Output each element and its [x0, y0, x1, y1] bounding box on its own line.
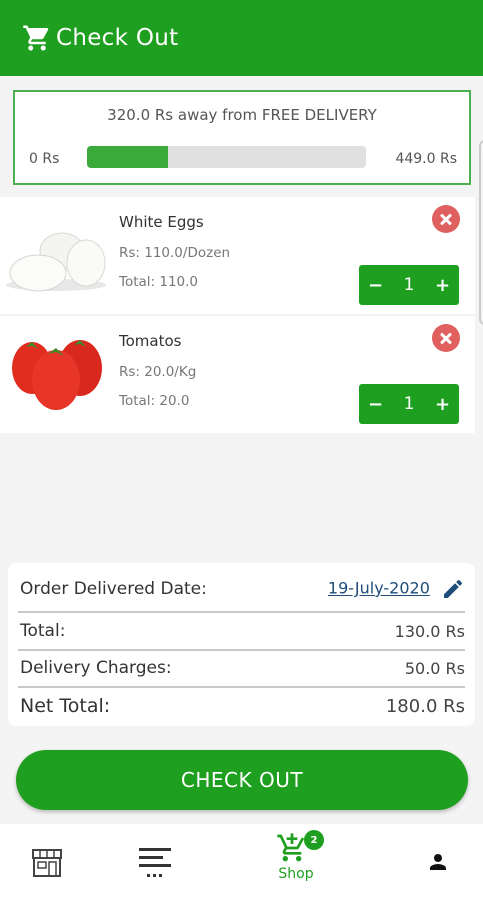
divider	[18, 611, 465, 613]
item-total: Total: 20.0	[119, 393, 190, 409]
bottom-navigation: 2 Shop	[0, 824, 483, 900]
item-unit-price: Rs: 110.0/Dozen	[119, 245, 231, 261]
decrease-quantity-button[interactable]: −	[359, 394, 392, 415]
divider	[18, 686, 465, 688]
quantity-stepper: − 1 +	[359, 384, 459, 424]
progress-fill	[87, 146, 168, 168]
net-total-value: 180.0 Rs	[385, 695, 465, 717]
menu-icon	[139, 848, 171, 877]
quantity-value: 1	[403, 394, 415, 414]
delivery-charges-value: 50.0 Rs	[404, 658, 465, 678]
delivery-date-link[interactable]: 19-July-2020	[328, 579, 430, 598]
cart-item: Tomatos Rs: 20.0/Kg Total: 20.0 − 1 +	[0, 316, 475, 433]
item-unit-price: Rs: 20.0/Kg	[119, 364, 197, 380]
nav-shop-label: Shop	[278, 866, 314, 882]
cart-count-badge: 2	[304, 830, 324, 850]
progress-min-label: 0 Rs	[29, 151, 60, 167]
quantity-stepper: − 1 +	[359, 265, 459, 305]
checkout-button[interactable]: CHECK OUT	[16, 750, 468, 810]
total-row: Total: 130.0 Rs	[20, 621, 465, 641]
item-name: White Eggs	[119, 213, 204, 231]
store-icon	[32, 849, 62, 877]
delivery-charges-row: Delivery Charges: 50.0 Rs	[20, 658, 465, 678]
increase-quantity-button[interactable]: +	[426, 275, 459, 296]
total-label: Total:	[20, 621, 66, 641]
cart-add-icon	[277, 833, 305, 862]
edge-panel-handle[interactable]	[479, 140, 483, 325]
divider	[18, 649, 465, 651]
order-summary: Order Delivered Date: 19-July-2020 Total…	[8, 563, 475, 726]
delivery-date-row: Order Delivered Date: 19-July-2020	[20, 577, 465, 601]
free-delivery-progress-bar	[87, 146, 366, 168]
increase-quantity-button[interactable]: +	[426, 394, 459, 415]
nav-profile[interactable]	[426, 850, 450, 874]
cart-icon	[23, 25, 49, 51]
nav-shop[interactable]: 2 Shop	[276, 830, 324, 882]
nav-store[interactable]	[30, 846, 64, 880]
cart-item: White Eggs Rs: 110.0/Dozen Total: 110.0 …	[0, 197, 475, 314]
decrease-quantity-button[interactable]: −	[359, 275, 392, 296]
pencil-icon[interactable]	[441, 577, 465, 601]
tomatoes-image	[12, 340, 102, 410]
remove-item-button[interactable]	[432, 324, 460, 352]
remove-item-button[interactable]	[432, 205, 460, 233]
item-total: Total: 110.0	[119, 274, 199, 290]
quantity-value: 1	[403, 275, 415, 295]
page-title: Check Out	[56, 25, 179, 51]
nav-menu[interactable]	[138, 846, 172, 880]
free-delivery-panel: 320.0 Rs away from FREE DELIVERY 0 Rs 44…	[13, 90, 471, 185]
item-name: Tomatos	[119, 332, 182, 350]
total-value: 130.0 Rs	[394, 621, 465, 641]
free-delivery-message: 320.0 Rs away from FREE DELIVERY	[107, 106, 377, 124]
net-total-row: Net Total: 180.0 Rs	[20, 695, 465, 717]
eggs-image	[6, 232, 106, 292]
app-bar: Check Out	[0, 0, 483, 76]
delivery-charges-label: Delivery Charges:	[20, 658, 172, 678]
progress-max-label: 449.0 Rs	[395, 151, 457, 167]
net-total-label: Net Total:	[20, 695, 111, 717]
delivery-date-label: Order Delivered Date:	[20, 579, 207, 599]
person-icon	[430, 854, 446, 870]
delivery-date-control[interactable]: 19-July-2020	[328, 577, 465, 601]
